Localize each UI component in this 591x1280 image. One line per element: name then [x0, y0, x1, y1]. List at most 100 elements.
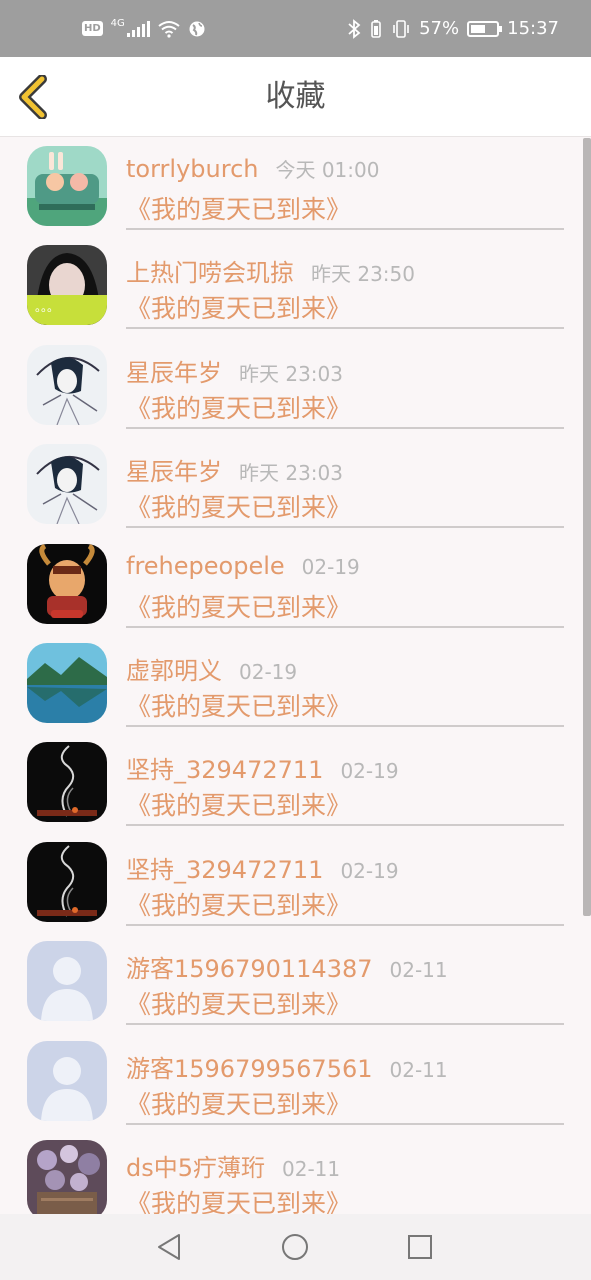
- username[interactable]: 坚持_329472711: [126, 750, 323, 785]
- timestamp: 今天 01:00: [275, 158, 380, 182]
- avatar[interactable]: [27, 146, 107, 226]
- song-title: 《我的夏天已到来》: [126, 294, 352, 323]
- list-item[interactable]: 。。。 上热门唠会玑掠 昨天 23:50 《我的夏天已到来》: [0, 237, 591, 336]
- timestamp: 02-19: [239, 660, 298, 684]
- item-meta: 虚郭明义 02-19: [126, 651, 297, 686]
- divider: [126, 1123, 564, 1125]
- battery-icon: [467, 20, 503, 37]
- timestamp: 02-11: [389, 958, 448, 982]
- avatar[interactable]: [27, 544, 107, 624]
- item-meta: 坚持_329472711 02-19: [126, 750, 399, 785]
- divider: [126, 824, 564, 826]
- list-item[interactable]: 星辰年岁 昨天 23:03 《我的夏天已到来》: [0, 436, 591, 535]
- timestamp: 02-19: [340, 759, 399, 783]
- status-bar: HD 4G 57% 15:37: [0, 0, 591, 57]
- list-item[interactable]: 游客1596799567561 02-11 《我的夏天已到来》: [0, 1033, 591, 1132]
- timestamp: 昨天 23:03: [239, 362, 343, 386]
- list-item[interactable]: torrlyburch 今天 01:00 《我的夏天已到来》: [0, 138, 591, 237]
- username[interactable]: 上热门唠会玑掠: [126, 253, 294, 288]
- nav-recent-button[interactable]: [403, 1230, 437, 1264]
- avatar[interactable]: [27, 842, 107, 922]
- list-item[interactable]: 游客1596790114387 02-11 《我的夏天已到来》: [0, 933, 591, 1032]
- list-item[interactable]: 星辰年岁 昨天 23:03 《我的夏天已到来》: [0, 337, 591, 436]
- divider: [126, 526, 564, 528]
- timestamp: 02-11: [282, 1157, 341, 1181]
- circle-home-icon: [282, 1234, 308, 1260]
- song-title: 《我的夏天已到来》: [126, 394, 352, 423]
- timestamp: 昨天 23:03: [239, 461, 343, 485]
- square-recent-icon: [408, 1235, 432, 1259]
- app-header: 收藏: [0, 57, 591, 137]
- song-title: 《我的夏天已到来》: [126, 493, 352, 522]
- scrollbar[interactable]: [583, 138, 591, 916]
- username[interactable]: ds中5疔薄珩: [126, 1148, 265, 1183]
- item-meta: frehepeopele 02-19: [126, 552, 360, 580]
- item-meta: 星辰年岁 昨天 23:03: [126, 353, 343, 388]
- divider: [126, 924, 564, 926]
- song-title: 《我的夏天已到来》: [126, 692, 352, 721]
- username[interactable]: 游客1596790114387: [126, 949, 373, 984]
- status-right: 57% 15:37: [347, 0, 559, 57]
- page-title: 收藏: [265, 79, 326, 114]
- avatar[interactable]: [27, 643, 107, 723]
- song-title: 《我的夏天已到来》: [126, 593, 352, 622]
- battery-saver-icon: [371, 19, 381, 38]
- username[interactable]: torrlyburch: [126, 155, 258, 183]
- system-nav-bar: [0, 1214, 591, 1280]
- battery-percent: 57%: [419, 18, 460, 39]
- divider: [126, 327, 564, 329]
- divider: [126, 626, 564, 628]
- item-meta: 游客1596790114387 02-11: [126, 949, 448, 984]
- item-meta: ds中5疔薄珩 02-11: [126, 1148, 340, 1183]
- status-time: 15:37: [507, 18, 559, 39]
- avatar[interactable]: [27, 345, 107, 425]
- list-item[interactable]: frehepeopele 02-19 《我的夏天已到来》: [0, 536, 591, 635]
- list-item[interactable]: 坚持_329472711 02-19 《我的夏天已到来》: [0, 834, 591, 933]
- avatar[interactable]: [27, 1140, 107, 1214]
- item-meta: 坚持_329472711 02-19: [126, 850, 399, 885]
- avatar[interactable]: [27, 1041, 107, 1121]
- item-meta: 星辰年岁 昨天 23:03: [126, 452, 343, 487]
- avatar[interactable]: [27, 742, 107, 822]
- timestamp: 昨天 23:50: [311, 262, 415, 286]
- divider: [126, 1023, 564, 1025]
- timestamp: 02-19: [301, 555, 360, 579]
- avatar[interactable]: [27, 444, 107, 524]
- song-title: 《我的夏天已到来》: [126, 195, 352, 224]
- timestamp: 02-19: [340, 859, 399, 883]
- list-item[interactable]: ds中5疔薄珩 02-11 《我的夏天已到来》: [0, 1132, 591, 1214]
- status-left: HD 4G: [82, 0, 206, 57]
- song-title: 《我的夏天已到来》: [126, 891, 352, 920]
- song-title: 《我的夏天已到来》: [126, 1189, 352, 1214]
- wifi-icon: [158, 20, 180, 38]
- username[interactable]: 虚郭明义: [126, 651, 222, 686]
- favorites-list[interactable]: torrlyburch 今天 01:00 《我的夏天已到来》。。。 上热门唠会玑掠 昨天…: [0, 138, 591, 1214]
- item-meta: 游客1596799567561 02-11: [126, 1049, 448, 1084]
- hd-icon: HD: [82, 21, 103, 36]
- list-item[interactable]: 坚持_329472711 02-19 《我的夏天已到来》: [0, 734, 591, 833]
- globe-icon: [189, 21, 205, 36]
- vibrate-icon: [393, 19, 409, 38]
- username[interactable]: frehepeopele: [126, 552, 285, 580]
- username[interactable]: 坚持_329472711: [126, 850, 323, 885]
- triangle-back-icon: [158, 1234, 180, 1260]
- svg-text:。。。: 。。。: [35, 300, 59, 314]
- divider: [126, 725, 564, 727]
- signal-icon: [126, 20, 150, 37]
- username[interactable]: 星辰年岁: [126, 452, 222, 487]
- song-title: 《我的夏天已到来》: [126, 1090, 352, 1119]
- username[interactable]: 星辰年岁: [126, 353, 222, 388]
- bluetooth-icon: [348, 18, 361, 39]
- avatar[interactable]: 。。。: [27, 245, 107, 325]
- avatar[interactable]: [27, 941, 107, 1021]
- item-meta: torrlyburch 今天 01:00: [126, 154, 379, 183]
- username[interactable]: 游客1596799567561: [126, 1049, 373, 1084]
- network-type: 4G: [110, 18, 125, 29]
- timestamp: 02-11: [389, 1058, 448, 1082]
- list-item[interactable]: 虚郭明义 02-19 《我的夏天已到来》: [0, 635, 591, 734]
- divider: [126, 228, 564, 230]
- item-meta: 上热门唠会玑掠 昨天 23:50: [126, 253, 415, 288]
- nav-home-button[interactable]: [278, 1230, 312, 1264]
- song-title: 《我的夏天已到来》: [126, 791, 352, 820]
- nav-back-button[interactable]: [152, 1230, 186, 1264]
